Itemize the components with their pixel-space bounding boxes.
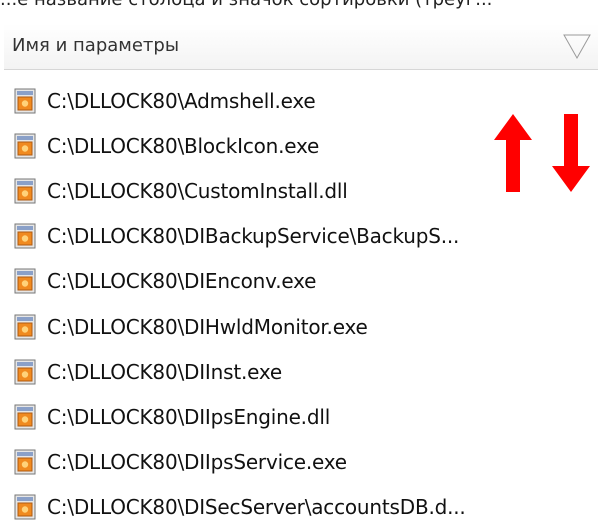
list-item[interactable]: C:\DLLOCK80\DIBackupService\BackupS... [12, 214, 598, 259]
caption-text: ...е название столбца и значок сортировк… [0, 0, 602, 10]
list-item[interactable]: C:\DLLOCK80\DIIpsService.exe [12, 440, 598, 485]
executable-file-icon [14, 223, 36, 249]
file-path: C:\DLLOCK80\DIEnconv.exe [47, 269, 317, 294]
executable-file-icon [14, 133, 36, 159]
file-list-panel: Имя и параметры C:\DLLOCK80\Admshell.exe… [0, 16, 602, 520]
file-path: C:\DLLOCK80\DIIpsEngine.dll [47, 404, 331, 429]
executable-file-icon [14, 449, 36, 475]
list-item[interactable]: C:\DLLOCK80\DIInst.exe [12, 349, 598, 394]
executable-file-icon [14, 494, 36, 520]
file-path: C:\DLLOCK80\Admshell.exe [47, 88, 316, 113]
column-header[interactable]: Имя и параметры [4, 24, 598, 70]
file-path: C:\DLLOCK80\DIIpsService.exe [47, 450, 347, 475]
executable-file-icon [14, 314, 36, 340]
file-path: C:\DLLOCK80\BlockIcon.exe [47, 133, 320, 158]
executable-file-icon [14, 178, 36, 204]
file-path: C:\DLLOCK80\CustomInstall.dll [47, 178, 348, 203]
list-item[interactable]: C:\DLLOCK80\DIEnconv.exe [12, 259, 598, 304]
red-down-arrow-icon [552, 114, 590, 192]
file-path: C:\DLLOCK80\DIInst.exe [47, 359, 282, 384]
executable-file-icon [14, 268, 36, 294]
list-item[interactable]: C:\DLLOCK80\DIIpsEngine.dll [12, 394, 598, 439]
sort-triangle-icon[interactable] [562, 32, 592, 60]
executable-file-icon [14, 88, 36, 114]
list-item[interactable]: C:\DLLOCK80\DISecServer\accountsDB.d... [12, 485, 598, 530]
executable-file-icon [14, 359, 36, 385]
red-up-arrow-icon [494, 114, 532, 192]
executable-file-icon [14, 404, 36, 430]
file-path: C:\DLLOCK80\DIHwldMonitor.exe [47, 314, 368, 339]
file-path: C:\DLLOCK80\DISecServer\accountsDB.d... [47, 495, 466, 520]
column-header-label: Имя и параметры [12, 35, 180, 56]
file-path: C:\DLLOCK80\DIBackupService\BackupS... [47, 224, 460, 249]
list-item[interactable]: C:\DLLOCK80\DIHwldMonitor.exe [12, 304, 598, 349]
